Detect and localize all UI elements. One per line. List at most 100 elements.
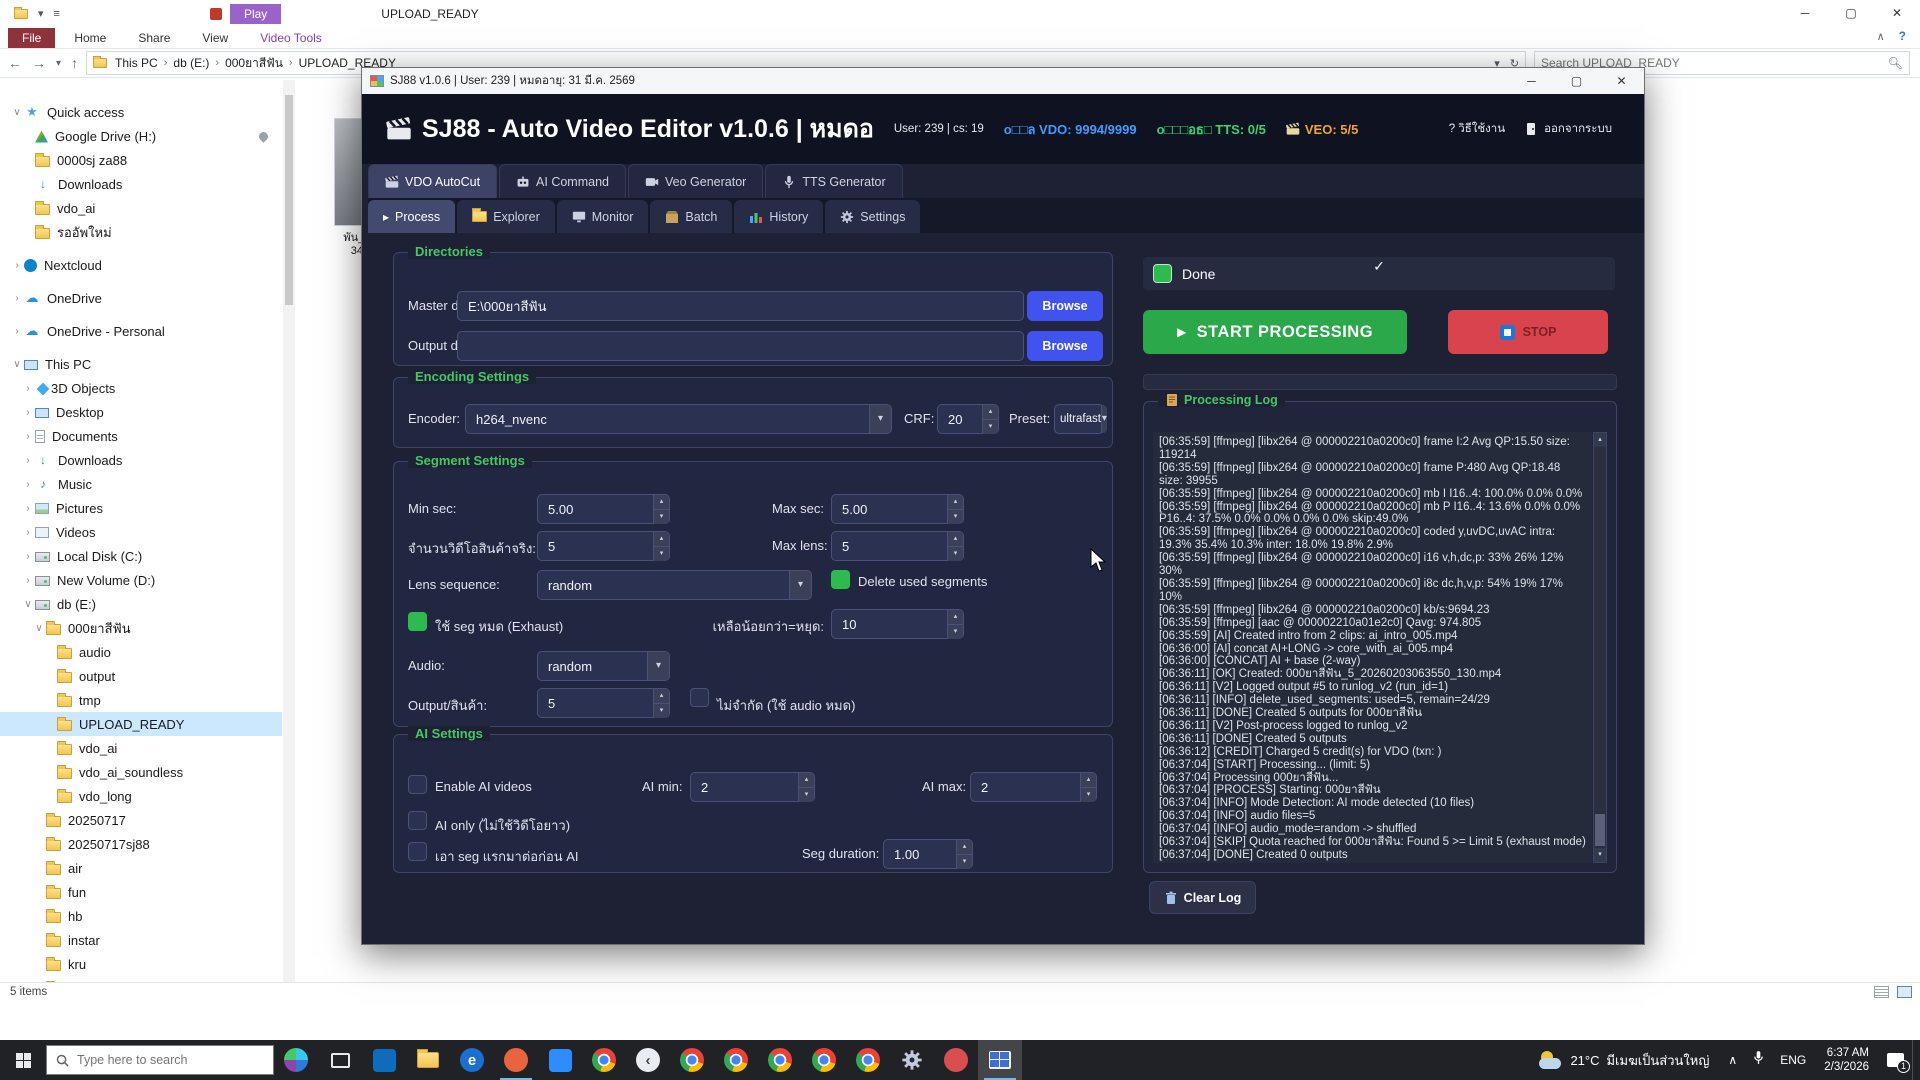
- sidebar-item-upload-ready[interactable]: UPLOAD_READY: [0, 712, 282, 736]
- customize-toolbar-icon[interactable]: ≡: [54, 8, 60, 20]
- explorer-close-button[interactable]: ✕: [1874, 0, 1920, 27]
- expand-chevron-icon[interactable]: ›: [21, 383, 35, 394]
- task-view-icon[interactable]: [318, 1040, 362, 1080]
- sidebar-item-tmp[interactable]: tmp: [0, 688, 282, 712]
- sidebar-item-pictures[interactable]: ›Pictures: [0, 496, 282, 520]
- ribbon-tab-home[interactable]: Home: [61, 28, 119, 48]
- subtab-history[interactable]: History: [734, 200, 823, 233]
- expand-chevron-icon[interactable]: ›: [21, 503, 35, 514]
- thumbnails-view-icon[interactable]: [1897, 986, 1912, 998]
- taskbar-clock[interactable]: 6:37 AM 2/3/2026: [1815, 1046, 1878, 1074]
- seg-duration-spinner[interactable]: 1.00▴▾: [883, 839, 973, 869]
- sidebar-item-vdo-long[interactable]: vdo_long: [0, 784, 282, 808]
- forward-button[interactable]: →: [32, 55, 46, 71]
- spinner-buttons[interactable]: ▴▾: [947, 532, 963, 560]
- delete-used-segments-checkbox[interactable]: [831, 570, 850, 589]
- tab-vdo-autocut[interactable]: VDO AutoCut: [368, 164, 497, 198]
- scroll-up-icon[interactable]: ▴: [1594, 433, 1606, 447]
- scrollbar-thumb[interactable]: [1595, 814, 1605, 846]
- ai-only-checkbox[interactable]: [408, 811, 427, 830]
- taskbar-search-input[interactable]: [77, 1053, 264, 1067]
- arrow-app-icon[interactable]: ‹: [626, 1040, 670, 1080]
- subtab-monitor[interactable]: Monitor: [557, 200, 649, 233]
- sidebar-item-desktop[interactable]: ›Desktop: [0, 400, 282, 424]
- expand-chevron-icon[interactable]: ›: [21, 431, 35, 442]
- camera-app-icon[interactable]: [538, 1040, 582, 1080]
- max-lens-spinner[interactable]: 5▴▾: [831, 531, 964, 561]
- sidebar-item-fun[interactable]: fun: [0, 880, 282, 904]
- done-checkbox[interactable]: [1153, 264, 1172, 283]
- sidebar-item-20250717sj88[interactable]: 20250717sj88: [0, 832, 282, 856]
- help-icon[interactable]: ?: [1899, 29, 1906, 43]
- crf-spinner[interactable]: 20▴▾: [937, 404, 999, 434]
- output-per-product-spinner[interactable]: 5▴▾: [537, 688, 670, 718]
- spinner-buttons[interactable]: ▴▾: [1080, 773, 1096, 801]
- start-processing-button[interactable]: ▶ START PROCESSING: [1143, 310, 1407, 354]
- sidebar-item-vdo-ai[interactable]: vdo_ai: [0, 736, 282, 760]
- play-contextual-chip[interactable]: Play: [230, 4, 281, 24]
- ribbon-tab-video-tools[interactable]: Video Tools: [247, 28, 335, 48]
- start-button[interactable]: [0, 1040, 46, 1080]
- output-dir-input[interactable]: [457, 331, 1024, 361]
- audio-dropdown[interactable]: random▾: [537, 651, 670, 681]
- sidebar-item-3d-objects[interactable]: ›3D Objects: [0, 376, 282, 400]
- chrome-icon[interactable]: [670, 1040, 714, 1080]
- language-indicator[interactable]: ENG: [1771, 1053, 1815, 1067]
- details-view-icon[interactable]: [1874, 986, 1889, 998]
- expand-chevron-icon[interactable]: ›: [10, 293, 24, 304]
- sidebar-item-this-pc[interactable]: ∨This PC: [0, 352, 282, 376]
- ai-max-spinner[interactable]: 2▴▾: [970, 772, 1097, 802]
- expand-chevron-icon[interactable]: ∨: [21, 599, 35, 610]
- spinner-buttons[interactable]: ▴▾: [798, 773, 814, 801]
- sidebar-item-google-drive-h[interactable]: Google Drive (H:): [0, 124, 282, 148]
- sj88-app-icon[interactable]: [978, 1040, 1022, 1080]
- notification-center-button[interactable]: 1: [1878, 1040, 1912, 1080]
- ribbon-tab-file[interactable]: File: [8, 28, 55, 48]
- expand-chevron-icon[interactable]: ∨: [10, 107, 24, 118]
- unlimited-audio-checkbox[interactable]: [690, 688, 709, 707]
- tab-ai-command[interactable]: AI Command: [499, 164, 626, 198]
- app-orange-icon[interactable]: [494, 1040, 538, 1080]
- help-link[interactable]: ? วิธีใช้งาน: [1449, 120, 1505, 138]
- clear-log-button[interactable]: Clear Log: [1149, 881, 1256, 914]
- expand-chevron-icon[interactable]: ›: [21, 527, 35, 538]
- tab-tts-generator[interactable]: TTS Generator: [765, 164, 902, 198]
- up-button[interactable]: ↑: [71, 55, 78, 71]
- log-scrollbar[interactable]: ▴ ▾: [1593, 432, 1607, 863]
- subtab-process[interactable]: ▸Process: [368, 200, 455, 233]
- subtab-explorer[interactable]: Explorer: [457, 200, 555, 233]
- back-button[interactable]: ←: [8, 55, 22, 71]
- expand-chevron-icon[interactable]: ∨: [32, 623, 46, 634]
- sidebar-item-vdo-ai-soundless[interactable]: vdo_ai_soundless: [0, 760, 282, 784]
- tab-veo-generator[interactable]: Veo Generator: [628, 164, 763, 198]
- exhaust-checkbox[interactable]: [408, 612, 427, 631]
- ai-min-spinner[interactable]: 2▴▾: [690, 772, 815, 802]
- expand-chevron-icon[interactable]: ›: [21, 479, 35, 490]
- chrome-icon[interactable]: [802, 1040, 846, 1080]
- sidebar-scrollbar[interactable]: [283, 80, 295, 982]
- sidebar-item-0000sj-za88[interactable]: 0000sj za88: [0, 148, 282, 172]
- ribbon-tab-view[interactable]: View: [189, 28, 241, 48]
- spinner-buttons[interactable]: ▴▾: [653, 495, 669, 523]
- sidebar-item-onedrive-personal[interactable]: ›☁OneDrive - Personal: [0, 319, 282, 343]
- expand-chevron-icon[interactable]: ›: [21, 407, 35, 418]
- sidebar-item-output[interactable]: output: [0, 664, 282, 688]
- max-sec-spinner[interactable]: 5.00▴▾: [831, 494, 964, 524]
- sidebar-item-hb[interactable]: hb: [0, 904, 282, 928]
- subtab-settings[interactable]: Settings: [825, 200, 920, 233]
- subtab-batch[interactable]: Batch: [650, 200, 732, 233]
- spinner-buttons[interactable]: ▴▾: [653, 689, 669, 717]
- spinner-buttons[interactable]: ▴▾: [956, 840, 972, 868]
- recent-locations-icon[interactable]: ▾: [56, 58, 61, 69]
- first-seg-checkbox[interactable]: [408, 842, 427, 861]
- explorer-minimize-button[interactable]: ─: [1782, 0, 1828, 27]
- sidebar-item-audio[interactable]: audio: [0, 640, 282, 664]
- breadcrumb-item[interactable]: db (E:): [173, 56, 209, 70]
- processing-log[interactable]: [06:35:59] [ffmpeg] [libx264 @ 000002210…: [1153, 432, 1592, 863]
- chrome-icon[interactable]: [582, 1040, 626, 1080]
- spinner-buttons[interactable]: ▴▾: [947, 610, 963, 638]
- chrome-icon[interactable]: [758, 1040, 802, 1080]
- breadcrumb-item[interactable]: This PC: [115, 56, 158, 70]
- video-count-spinner[interactable]: 5▴▾: [537, 531, 670, 561]
- show-desktop-button[interactable]: [1912, 1040, 1920, 1080]
